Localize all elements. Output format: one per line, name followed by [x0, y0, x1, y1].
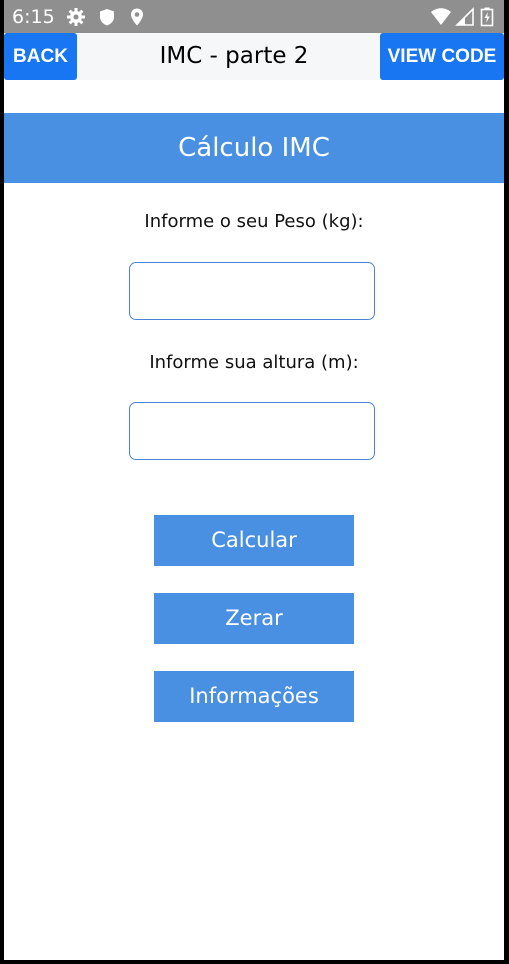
zerar-button[interactable]: Zerar — [154, 593, 354, 644]
informacoes-button[interactable]: Informações — [154, 671, 354, 722]
location-pin-icon — [127, 7, 147, 27]
back-button[interactable]: BACK — [4, 33, 77, 80]
wifi-icon — [430, 7, 451, 27]
top-nav-bar: BACK IMC - parte 2 VIEW CODE — [4, 33, 504, 80]
shield-icon — [97, 7, 117, 27]
title-banner: Cálculo IMC — [4, 113, 504, 183]
status-bar: 6:15 — [4, 0, 504, 33]
status-time: 6:15 — [12, 6, 55, 28]
page-title: IMC - parte 2 — [159, 43, 309, 69]
view-code-button[interactable]: VIEW CODE — [380, 33, 504, 80]
peso-input[interactable] — [129, 262, 375, 320]
peso-label: Informe o seu Peso (kg): — [144, 211, 364, 232]
gear-icon — [66, 7, 86, 27]
altura-label: Informe sua altura (m): — [149, 352, 359, 373]
battery-icon — [480, 7, 500, 27]
altura-input[interactable] — [129, 402, 375, 460]
banner-title: Cálculo IMC — [178, 133, 330, 163]
app-screen: 6:15 BACK IMC - parte 2 VIEW CODE Cálcul… — [4, 0, 504, 960]
calcular-button[interactable]: Calcular — [154, 515, 354, 566]
signal-icon — [455, 7, 475, 27]
